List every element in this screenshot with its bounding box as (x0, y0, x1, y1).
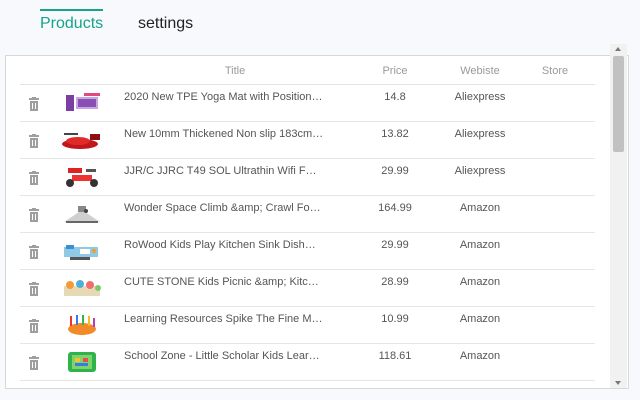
product-title: JJR/C JJRC T49 SOL Ultrathin Wifi F… (124, 165, 317, 177)
kids-tablet-thumbnail (58, 350, 106, 374)
product-price: 14.8 (384, 91, 406, 103)
product-title: New 10mm Thickened Non slip 183cm… (124, 128, 324, 140)
product-title: Learning Resources Spike The Fine M… (124, 313, 323, 325)
scrollbar-thumb[interactable] (613, 56, 624, 152)
product-price: 28.99 (381, 276, 409, 288)
trash-icon[interactable] (28, 282, 40, 296)
product-website: Amazon (459, 350, 501, 362)
table-row: Learning Resources Spike The Fine M… 10.… (20, 307, 595, 344)
product-price: 29.99 (381, 165, 409, 177)
product-website: Aliexpress (454, 165, 506, 177)
product-price: 29.99 (381, 239, 409, 251)
table-header: Title Price Webiste Store (20, 56, 595, 85)
product-price: 164.99 (378, 202, 412, 214)
yoga-mat-thumbnail (58, 91, 106, 115)
product-price: 118.61 (378, 350, 412, 362)
product-website: Amazon (459, 202, 501, 214)
header-store: Store (541, 65, 569, 77)
table-row: CUTE STONE Kids Picnic &amp; Kitc… 28.99… (20, 270, 595, 307)
header-title: Title (224, 65, 246, 77)
product-website: Aliexpress (454, 128, 506, 140)
tab-bar: Products settings (0, 0, 640, 46)
trash-icon[interactable] (28, 245, 40, 259)
tab-products[interactable]: Products (40, 9, 104, 34)
tab-settings[interactable]: settings (138, 14, 193, 34)
product-title: RoWood Kids Play Kitchen Sink Dish… (124, 239, 316, 251)
crawl-toy-thumbnail (58, 202, 106, 226)
product-price: 10.99 (381, 313, 409, 325)
table-row: 2020 New TPE Yoga Mat with Position… 14.… (20, 85, 595, 122)
product-price: 13.82 (381, 128, 409, 140)
table-body: 2020 New TPE Yoga Mat with Position… 14.… (20, 85, 595, 381)
product-title: School Zone - Little Scholar Kids Lear… (124, 350, 320, 362)
header-price: Price (382, 65, 408, 77)
header-website: Webiste (460, 65, 500, 77)
product-website: Amazon (459, 239, 501, 251)
product-title: 2020 New TPE Yoga Mat with Position… (124, 91, 323, 103)
table-row: School Zone - Little Scholar Kids Lear… … (20, 344, 595, 381)
products-table: Title Price Webiste Store 2020 New TPE Y… (5, 55, 629, 389)
scroll-up-icon[interactable] (615, 47, 621, 51)
yoga-mat-red-thumbnail (58, 128, 106, 152)
product-title: Wonder Space Climb &amp; Crawl Fo… (124, 202, 321, 214)
trash-icon[interactable] (28, 97, 40, 111)
product-title: CUTE STONE Kids Picnic &amp; Kitc… (124, 276, 319, 288)
table-row: Wonder Space Climb &amp; Crawl Fo… 164.9… (20, 196, 595, 233)
play-kitchen-thumbnail (58, 239, 106, 263)
scroll-down-icon[interactable] (615, 381, 621, 385)
drone-thumbnail (58, 165, 106, 189)
trash-icon[interactable] (28, 171, 40, 185)
spike-hedgehog-thumbnail (58, 313, 106, 337)
table-row: New 10mm Thickened Non slip 183cm… 13.82… (20, 122, 595, 159)
trash-icon[interactable] (28, 319, 40, 333)
trash-icon[interactable] (28, 134, 40, 148)
product-website: Amazon (459, 276, 501, 288)
product-website: Aliexpress (454, 91, 506, 103)
table-row: RoWood Kids Play Kitchen Sink Dish… 29.9… (20, 233, 595, 270)
table-row: JJR/C JJRC T49 SOL Ultrathin Wifi F… 29.… (20, 159, 595, 196)
product-website: Amazon (459, 313, 501, 325)
picnic-toy-thumbnail (58, 276, 106, 300)
vertical-scrollbar[interactable] (610, 44, 627, 388)
trash-icon[interactable] (28, 356, 40, 370)
trash-icon[interactable] (28, 208, 40, 222)
